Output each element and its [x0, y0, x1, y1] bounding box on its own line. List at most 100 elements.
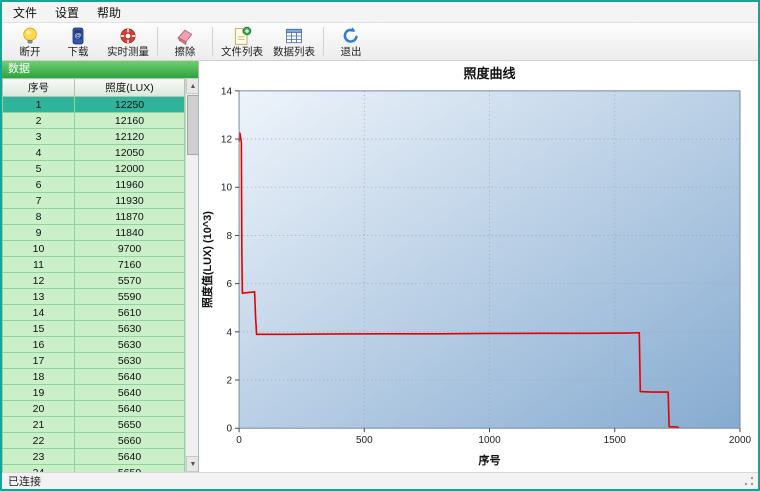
- erase-button[interactable]: 擦除: [161, 25, 209, 58]
- scrollbar-track[interactable]: [186, 94, 198, 456]
- table-cell[interactable]: 11840: [74, 224, 185, 241]
- table-cell[interactable]: 5640: [74, 368, 185, 385]
- menu-item-help[interactable]: 帮助: [88, 2, 130, 23]
- table-cell[interactable]: 18: [2, 368, 75, 385]
- table-row[interactable]: 9 11840: [2, 224, 185, 241]
- exit-icon: [341, 26, 361, 46]
- table-row[interactable]: 21 5650: [2, 416, 185, 433]
- table-cell[interactable]: 5640: [74, 400, 185, 417]
- x-tick-label: 2000: [729, 435, 752, 446]
- table-row[interactable]: 13 5590: [2, 288, 185, 305]
- table-cell[interactable]: 5630: [74, 352, 185, 369]
- table-cell[interactable]: 5630: [74, 320, 185, 337]
- data-list-button[interactable]: 数据列表: [268, 25, 320, 58]
- table-row[interactable]: 245650: [2, 464, 185, 472]
- column-header[interactable]: 照度(LUX): [74, 78, 185, 97]
- table-cell[interactable]: 12000: [74, 160, 185, 177]
- x-tick-label: 1500: [604, 435, 627, 446]
- table-cell[interactable]: 12250: [74, 96, 185, 113]
- table-cell[interactable]: 12050: [74, 144, 185, 161]
- scrollbar-thumb[interactable]: [187, 95, 198, 155]
- y-tick-label: 0: [226, 424, 232, 435]
- table-cell[interactable]: 1: [2, 96, 75, 113]
- table-row[interactable]: 14 5610: [2, 304, 185, 321]
- realtime-measure-button[interactable]: 实时测量: [102, 25, 154, 58]
- table-cell[interactable]: 5650: [74, 464, 185, 472]
- table-cell[interactable]: 14: [2, 304, 75, 321]
- table-row[interactable]: 16 5630: [2, 336, 185, 353]
- table-cell[interactable]: 12: [2, 272, 75, 289]
- table-cell[interactable]: 16: [2, 336, 75, 353]
- table-cell[interactable]: 20: [2, 400, 75, 417]
- table-row[interactable]: 19 5640: [2, 384, 185, 401]
- table-row[interactable]: 4 12050: [2, 144, 185, 161]
- eraser-icon: [175, 26, 195, 46]
- table-cell[interactable]: 5640: [74, 384, 185, 401]
- file-list-button[interactable]: 文件列表: [216, 25, 268, 58]
- column-header[interactable]: 序号: [2, 78, 75, 97]
- table-cell[interactable]: 2: [2, 112, 75, 129]
- table-row[interactable]: 5 12000: [2, 160, 185, 177]
- file-list-icon: [232, 26, 252, 46]
- table-cell[interactable]: 5640: [74, 448, 185, 465]
- table-cell[interactable]: 7: [2, 192, 75, 209]
- scroll-down-arrow-icon[interactable]: ▼: [186, 456, 198, 472]
- table-cell[interactable]: 11960: [74, 176, 185, 193]
- table-cell[interactable]: 12160: [74, 112, 185, 129]
- table-cell[interactable]: 11: [2, 256, 75, 273]
- table-cell[interactable]: 5590: [74, 288, 185, 305]
- table-cell[interactable]: 4: [2, 144, 75, 161]
- table-cell[interactable]: 13: [2, 288, 75, 305]
- table-cell[interactable]: 5660: [74, 432, 185, 449]
- table-cell[interactable]: 9700: [74, 240, 185, 257]
- table-cell[interactable]: 19: [2, 384, 75, 401]
- disconnect-button-label: 断开: [19, 46, 41, 58]
- table-cell[interactable]: 10: [2, 240, 75, 257]
- table-cell[interactable]: 5650: [74, 416, 185, 433]
- table-row[interactable]: 10 9700: [2, 240, 185, 257]
- table-cell[interactable]: 17: [2, 352, 75, 369]
- table-cell[interactable]: 11930: [74, 192, 185, 209]
- table-cell[interactable]: 5630: [74, 336, 185, 353]
- table-row[interactable]: 22 5660: [2, 432, 185, 449]
- table-row[interactable]: 11 7160: [2, 256, 185, 273]
- scroll-up-arrow-icon[interactable]: ▲: [186, 78, 198, 94]
- table-cell[interactable]: 24: [2, 464, 75, 472]
- table-row[interactable]: 3 12120: [2, 128, 185, 145]
- table-row[interactable]: 18 5640: [2, 368, 185, 385]
- table-row[interactable]: 2 12160: [2, 112, 185, 129]
- table-cell[interactable]: 5570: [74, 272, 185, 289]
- download-button[interactable]: @ 下载: [54, 25, 102, 58]
- table-row[interactable]: 23 5640: [2, 448, 185, 465]
- table-row[interactable]: 7 11930: [2, 192, 185, 209]
- table-row[interactable]: 8 11870: [2, 208, 185, 225]
- table-cell[interactable]: 3: [2, 128, 75, 145]
- table-row[interactable]: 1 12250: [2, 96, 185, 113]
- menu-item-file[interactable]: 文件: [4, 2, 46, 23]
- y-axis-label: 照度值(LUX) (10^3): [200, 211, 214, 308]
- table-cell[interactable]: 7160: [74, 256, 185, 273]
- table-cell[interactable]: 23: [2, 448, 75, 465]
- table-cell[interactable]: 15: [2, 320, 75, 337]
- toolbar-separator: [323, 27, 324, 56]
- table-cell[interactable]: 8: [2, 208, 75, 225]
- table-cell[interactable]: 22: [2, 432, 75, 449]
- disconnect-button[interactable]: 断开: [6, 25, 54, 58]
- table-cell[interactable]: 5: [2, 160, 75, 177]
- resize-grip-icon[interactable]: [744, 476, 754, 486]
- table-row[interactable]: 15 5630: [2, 320, 185, 337]
- table-cell[interactable]: 11870: [74, 208, 185, 225]
- table-row[interactable]: 6 11960: [2, 176, 185, 193]
- table-scrollbar[interactable]: ▲ ▼: [185, 78, 198, 472]
- table-cell[interactable]: 9: [2, 224, 75, 241]
- table-cell[interactable]: 5610: [74, 304, 185, 321]
- chart-panel: 0 500 1000 1500 2000 0 2 4 6 8 10 12 14 照度曲线 序号 照度值(LUX…: [199, 61, 758, 472]
- exit-button[interactable]: 退出: [327, 25, 375, 58]
- table-row[interactable]: 17 5630: [2, 352, 185, 369]
- table-cell[interactable]: 21: [2, 416, 75, 433]
- menu-item-settings[interactable]: 设置: [46, 2, 88, 23]
- table-cell[interactable]: 12120: [74, 128, 185, 145]
- table-row[interactable]: 20 5640: [2, 400, 185, 417]
- table-row[interactable]: 12 5570: [2, 272, 185, 289]
- table-cell[interactable]: 6: [2, 176, 75, 193]
